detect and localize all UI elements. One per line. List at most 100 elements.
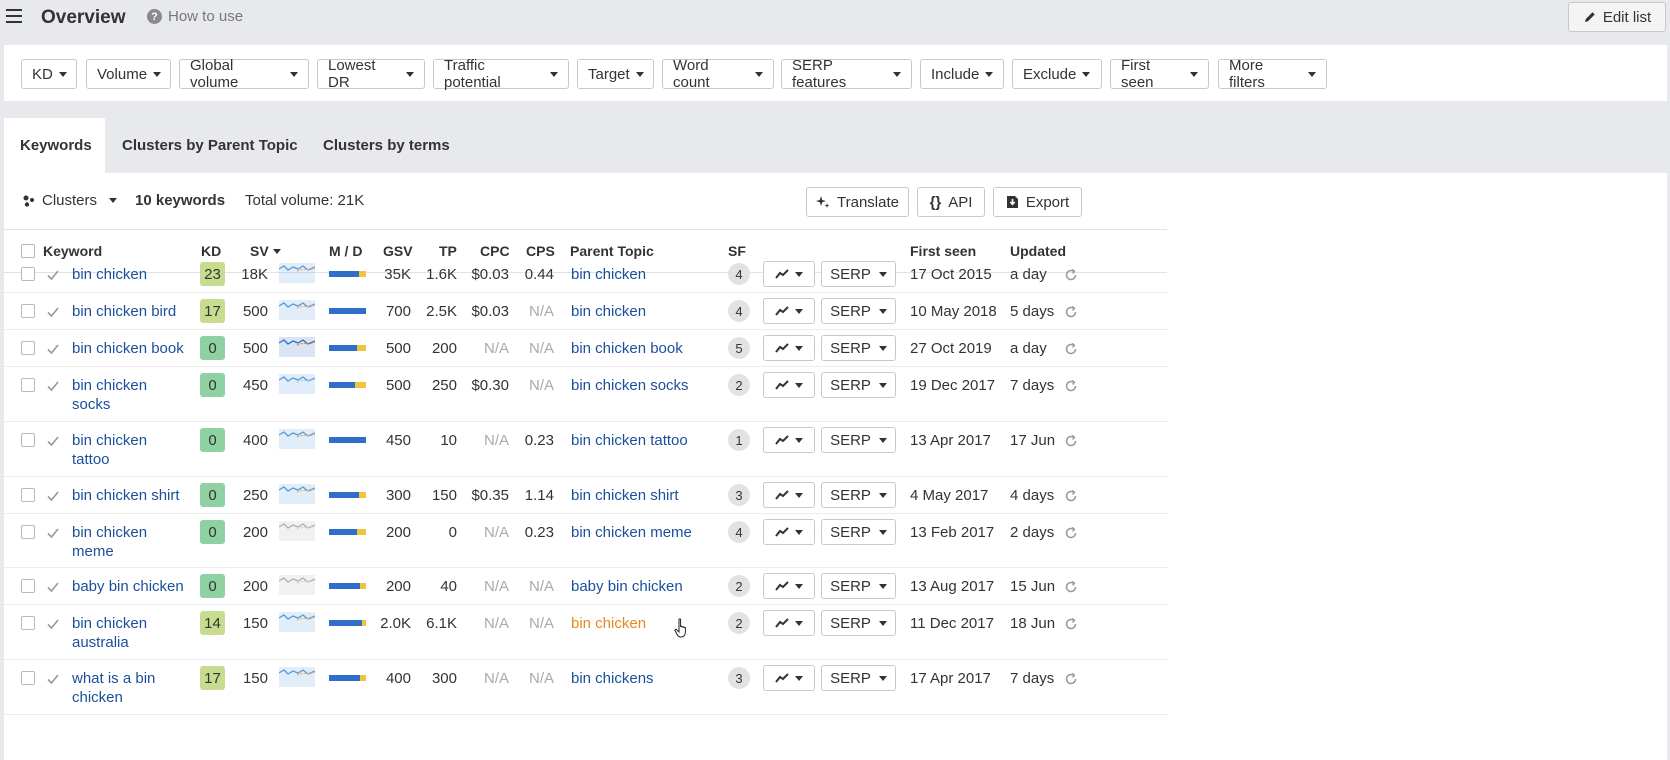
- trend-chart-button[interactable]: [763, 335, 815, 361]
- filter-volume[interactable]: Volume: [86, 59, 171, 89]
- filter-target[interactable]: Target: [577, 59, 654, 89]
- row-checkbox[interactable]: [21, 378, 35, 392]
- serp-button[interactable]: SERP: [821, 610, 896, 636]
- check-icon[interactable]: [46, 268, 60, 282]
- keyword-link[interactable]: bin chicken book: [72, 339, 192, 358]
- refresh-icon[interactable]: [1063, 616, 1079, 632]
- sf-count-badge[interactable]: 3: [728, 484, 750, 506]
- filter-lowest-dr[interactable]: Lowest DR: [317, 57, 425, 91]
- serp-button[interactable]: SERP: [821, 427, 896, 453]
- sf-count-badge[interactable]: 2: [728, 612, 750, 634]
- clusters-dropdown[interactable]: Clusters: [22, 192, 118, 209]
- trend-chart-button[interactable]: [763, 573, 815, 599]
- serp-button[interactable]: SERP: [821, 482, 896, 508]
- parent-topic-link[interactable]: bin chicken socks: [571, 376, 721, 395]
- parent-topic-link[interactable]: baby bin chicken: [571, 577, 721, 596]
- row-checkbox[interactable]: [21, 671, 35, 685]
- serp-button[interactable]: SERP: [821, 665, 896, 691]
- filter-global-volume[interactable]: Global volume: [179, 57, 309, 91]
- keyword-link[interactable]: bin chicken socks: [72, 376, 192, 414]
- row-checkbox[interactable]: [21, 267, 35, 281]
- serp-button[interactable]: SERP: [821, 261, 896, 287]
- check-icon[interactable]: [46, 489, 60, 503]
- parent-topic-link[interactable]: bin chickens: [571, 669, 721, 688]
- translate-button[interactable]: Translate: [806, 187, 909, 217]
- edit-list-button[interactable]: Edit list: [1568, 2, 1666, 32]
- refresh-icon[interactable]: [1063, 525, 1079, 541]
- keyword-link[interactable]: bin chicken australia: [72, 614, 192, 652]
- row-checkbox[interactable]: [21, 525, 35, 539]
- keyword-link[interactable]: bin chicken: [72, 265, 192, 284]
- serp-button[interactable]: SERP: [821, 335, 896, 361]
- trend-chart-button[interactable]: [763, 665, 815, 691]
- keyword-link[interactable]: bin chicken shirt: [72, 486, 192, 505]
- refresh-icon[interactable]: [1063, 304, 1079, 320]
- tab-keywords[interactable]: Keywords: [4, 118, 105, 173]
- refresh-icon[interactable]: [1063, 378, 1079, 394]
- filter-first-seen[interactable]: First seen: [1110, 57, 1209, 91]
- parent-topic-link[interactable]: bin chicken shirt: [571, 486, 721, 505]
- check-icon[interactable]: [46, 342, 60, 356]
- api-button[interactable]: {} API: [917, 187, 985, 217]
- export-button[interactable]: Export: [993, 187, 1082, 217]
- parent-topic-link[interactable]: bin chicken: [571, 614, 721, 633]
- check-icon[interactable]: [46, 379, 60, 393]
- keyword-link[interactable]: baby bin chicken: [72, 577, 192, 596]
- filter-traffic-potential[interactable]: Traffic potential: [433, 57, 569, 91]
- parent-topic-link[interactable]: bin chicken book: [571, 339, 721, 358]
- row-checkbox[interactable]: [21, 616, 35, 630]
- trend-chart-button[interactable]: [763, 261, 815, 287]
- check-icon[interactable]: [46, 617, 60, 631]
- sf-count-badge[interactable]: 1: [728, 429, 750, 451]
- row-checkbox[interactable]: [21, 341, 35, 355]
- parent-topic-link[interactable]: bin chicken tattoo: [571, 431, 721, 450]
- row-checkbox[interactable]: [21, 488, 35, 502]
- filter-include[interactable]: Include: [920, 59, 1004, 89]
- tab-clusters-terms[interactable]: Clusters by terms: [323, 118, 450, 173]
- refresh-icon[interactable]: [1063, 671, 1079, 687]
- parent-topic-link[interactable]: bin chicken: [571, 302, 721, 321]
- row-checkbox[interactable]: [21, 304, 35, 318]
- keyword-link[interactable]: bin chicken bird: [72, 302, 192, 321]
- trend-chart-button[interactable]: [763, 427, 815, 453]
- sf-count-badge[interactable]: 3: [728, 667, 750, 689]
- serp-button[interactable]: SERP: [821, 573, 896, 599]
- trend-chart-button[interactable]: [763, 610, 815, 636]
- keyword-link[interactable]: bin chicken meme: [72, 523, 192, 561]
- sf-count-badge[interactable]: 2: [728, 374, 750, 396]
- keyword-link[interactable]: bin chicken tattoo: [72, 431, 192, 469]
- how-to-use-link[interactable]: ? How to use: [147, 8, 243, 25]
- trend-chart-button[interactable]: [763, 482, 815, 508]
- refresh-icon[interactable]: [1063, 433, 1079, 449]
- refresh-icon[interactable]: [1063, 341, 1079, 357]
- filter-exclude[interactable]: Exclude: [1012, 59, 1102, 89]
- sf-count-badge[interactable]: 4: [728, 263, 750, 285]
- check-icon[interactable]: [46, 526, 60, 540]
- row-checkbox[interactable]: [21, 433, 35, 447]
- check-icon[interactable]: [46, 580, 60, 594]
- trend-chart-button[interactable]: [763, 298, 815, 324]
- filter-serp-features[interactable]: SERP features: [781, 57, 912, 91]
- keyword-link[interactable]: what is a bin chicken: [72, 669, 192, 707]
- row-checkbox[interactable]: [21, 579, 35, 593]
- check-icon[interactable]: [46, 305, 60, 319]
- tab-clusters-parent-topic[interactable]: Clusters by Parent Topic: [122, 118, 298, 173]
- sf-count-badge[interactable]: 2: [728, 575, 750, 597]
- menu-icon[interactable]: [6, 9, 22, 23]
- refresh-icon[interactable]: [1063, 267, 1079, 283]
- sf-count-badge[interactable]: 5: [728, 337, 750, 359]
- trend-chart-button[interactable]: [763, 372, 815, 398]
- filter-more[interactable]: More filters: [1218, 57, 1327, 91]
- serp-button[interactable]: SERP: [821, 298, 896, 324]
- sf-count-badge[interactable]: 4: [728, 521, 750, 543]
- trend-chart-button[interactable]: [763, 519, 815, 545]
- serp-button[interactable]: SERP: [821, 372, 896, 398]
- check-icon[interactable]: [46, 434, 60, 448]
- parent-topic-link[interactable]: bin chicken meme: [571, 523, 721, 542]
- sf-count-badge[interactable]: 4: [728, 300, 750, 322]
- refresh-icon[interactable]: [1063, 579, 1079, 595]
- filter-kd[interactable]: KD: [21, 59, 77, 89]
- refresh-icon[interactable]: [1063, 488, 1079, 504]
- parent-topic-link[interactable]: bin chicken: [571, 265, 721, 284]
- filter-word-count[interactable]: Word count: [662, 57, 774, 91]
